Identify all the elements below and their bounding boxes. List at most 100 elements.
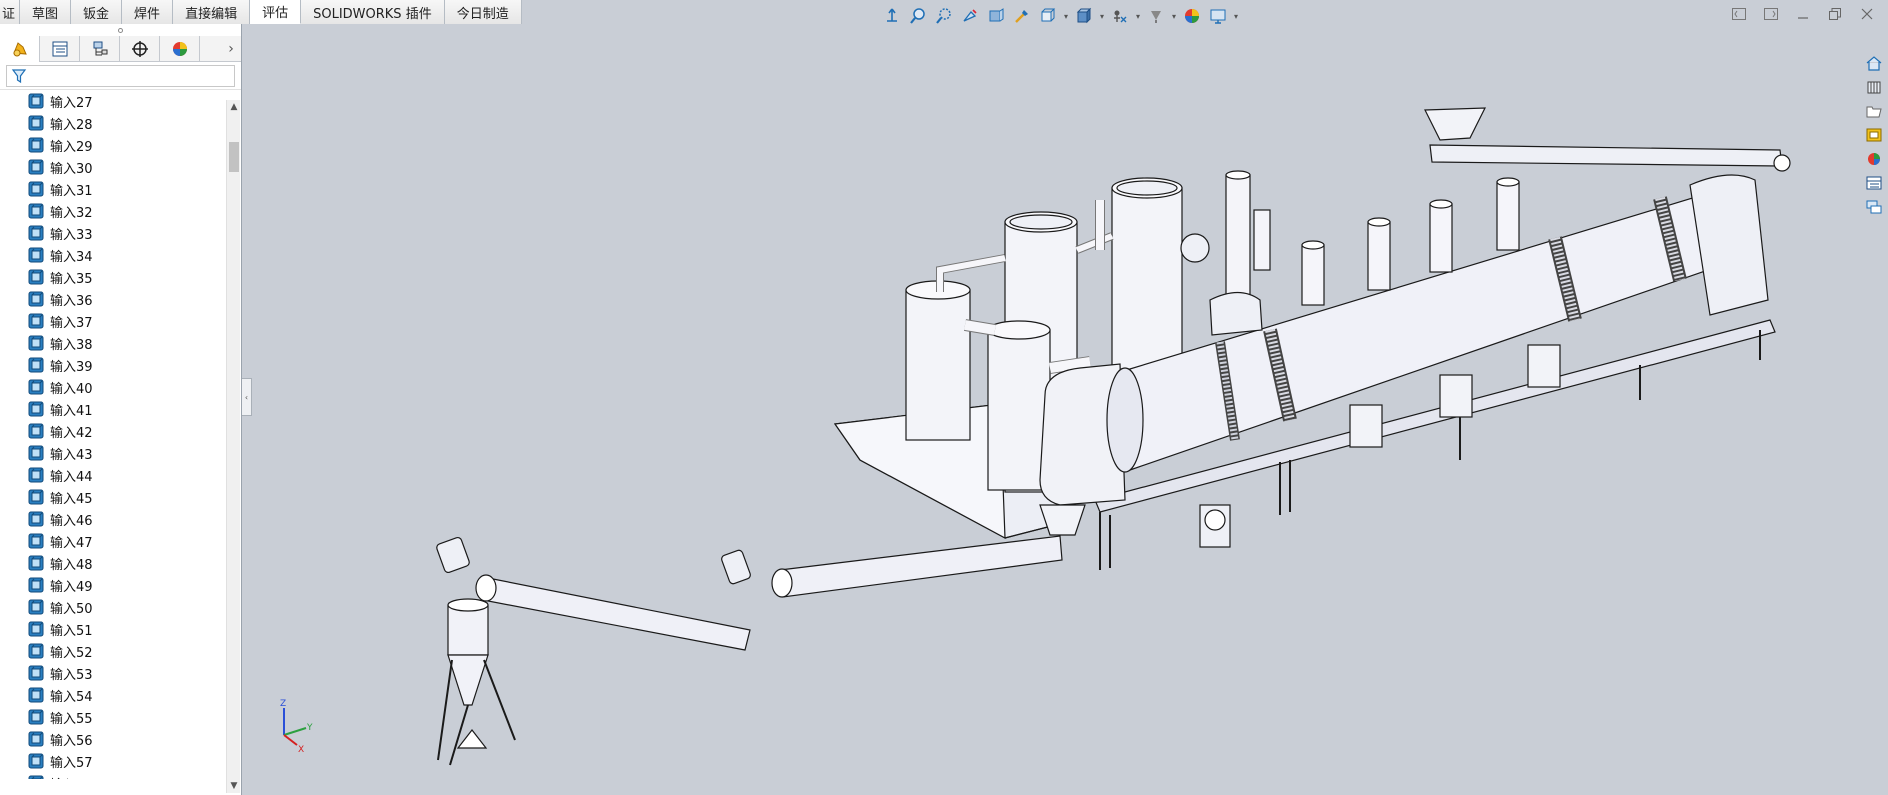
tab-evidence[interactable]: 证 (0, 0, 21, 24)
dimxpert-manager-icon[interactable] (120, 35, 160, 62)
restore-icon[interactable] (1826, 6, 1844, 22)
filter-input[interactable] (6, 64, 235, 87)
tree-item[interactable]: 输入40 (0, 376, 226, 398)
tree-item[interactable]: 输入47 (0, 530, 226, 552)
tree-item[interactable]: 输入39 (0, 354, 226, 376)
tree-item[interactable]: 输入31 (0, 178, 226, 200)
tree-item-label: 输入55 (50, 711, 93, 727)
part-icon (28, 225, 44, 241)
tree-item[interactable]: 输入50 (0, 596, 226, 618)
custom-properties-icon[interactable] (1862, 172, 1886, 194)
tree-item-label: 输入32 (50, 205, 93, 221)
tree-item[interactable]: 输入54 (0, 684, 226, 706)
forum-icon[interactable] (1862, 196, 1886, 218)
tree-item-label: 输入28 (50, 117, 93, 133)
tree-item-label: 输入49 (50, 579, 93, 595)
tab-direct-editing[interactable]: 直接编辑 (173, 0, 251, 24)
tree-item[interactable]: 输入46 (0, 508, 226, 530)
part-icon (28, 181, 44, 197)
part-icon (28, 533, 44, 549)
tree-item[interactable]: 输入51 (0, 618, 226, 640)
appearances-icon[interactable] (1862, 148, 1886, 170)
scroll-down-icon[interactable]: ▼ (227, 779, 241, 793)
tree-item[interactable]: 输入27 (0, 90, 226, 112)
solidworks-window: 证 草图 钣金 焊件 直接编辑 评估 SOLIDWORKS 插件 今日制造 ▾ (0, 0, 1888, 795)
tree-item[interactable]: 输入55 (0, 706, 226, 728)
tab-make-today[interactable]: 今日制造 (444, 0, 522, 24)
tree-item-label: 输入47 (50, 535, 93, 551)
tree-item-label: 输入33 (50, 227, 93, 243)
tree-item-label: 输入36 (50, 293, 93, 309)
scroll-thumb[interactable] (229, 142, 239, 172)
part-icon (28, 423, 44, 439)
tree-item-label: 输入35 (50, 271, 93, 287)
tree-item[interactable]: 输入42 (0, 420, 226, 442)
tree-item-label: 输入57 (50, 755, 93, 771)
file-explorer-icon[interactable] (1862, 100, 1886, 122)
close-icon[interactable] (1858, 6, 1876, 22)
tree-item-label: 输入44 (50, 469, 93, 485)
property-manager-icon[interactable] (40, 35, 80, 62)
tree-item-label: 输入53 (50, 667, 93, 683)
part-icon (28, 159, 44, 175)
tree-item[interactable]: 输入44 (0, 464, 226, 486)
tree-item[interactable]: 输入30 (0, 156, 226, 178)
part-icon (28, 247, 44, 263)
tree-item[interactable]: 输入41 (0, 398, 226, 420)
tree-scrollbar[interactable]: ▲ ▼ (226, 100, 240, 793)
home-icon[interactable] (1862, 52, 1886, 74)
chevron-right-icon[interactable]: › (221, 36, 241, 62)
tree-item[interactable]: 输入43 (0, 442, 226, 464)
part-icon (28, 643, 44, 659)
tree-item[interactable]: 输入53 (0, 662, 226, 684)
tree-item[interactable]: 输入32 (0, 200, 226, 222)
tree-item[interactable]: 输入36 (0, 288, 226, 310)
tree-item-label: 输入54 (50, 689, 93, 705)
tree-item[interactable]: 输入29 (0, 134, 226, 156)
tree-item[interactable]: 输入33 (0, 222, 226, 244)
tree-item[interactable]: 输入56 (0, 728, 226, 750)
display-manager-icon[interactable] (160, 35, 200, 62)
tree-item[interactable]: 输入38 (0, 332, 226, 354)
tab-sheet-metal[interactable]: 钣金 (71, 0, 123, 24)
part-icon (28, 577, 44, 593)
tab-sketch[interactable]: 草图 (20, 0, 72, 24)
tree-item[interactable]: 输入57 (0, 750, 226, 772)
filter-icon (11, 68, 27, 83)
part-icon (28, 665, 44, 681)
tree-item[interactable]: 输入37 (0, 310, 226, 332)
tile-left-icon[interactable] (1730, 6, 1748, 22)
tree-item-label: 输入46 (50, 513, 93, 529)
scroll-up-icon[interactable]: ▲ (227, 100, 241, 114)
tree-item[interactable]: 输入48 (0, 552, 226, 574)
tree-item-label: 输入51 (50, 623, 93, 639)
tree-item-label: 输入34 (50, 249, 93, 265)
view-palette-icon[interactable] (1862, 124, 1886, 146)
tree-item[interactable]: 输入28 (0, 112, 226, 134)
configuration-manager-icon[interactable] (80, 35, 120, 62)
tile-right-icon[interactable] (1762, 6, 1780, 22)
tab-evaluate[interactable]: 评估 (250, 0, 302, 24)
tree-item[interactable]: 输入35 (0, 266, 226, 288)
part-icon (28, 489, 44, 505)
part-icon (28, 687, 44, 703)
part-icon (28, 511, 44, 527)
part-icon (28, 775, 44, 779)
rotary-kiln-model: Z Y X (280, 107, 1791, 766)
tree-item[interactable]: 输入49 (0, 574, 226, 596)
tab-weldments[interactable]: 焊件 (122, 0, 174, 24)
tree-item-label: 输入45 (50, 491, 93, 507)
panel-grip-icon[interactable] (0, 24, 241, 36)
tab-solidworks-addins[interactable]: SOLIDWORKS 插件 (301, 0, 445, 24)
graphics-area[interactable]: Z Y X (243, 24, 1888, 795)
design-library-icon[interactable] (1862, 76, 1886, 98)
tree-item-label: 输入29 (50, 139, 93, 155)
minimize-icon[interactable] (1794, 6, 1812, 22)
tree-item[interactable]: 输入52 (0, 640, 226, 662)
feature-manager-icon[interactable] (0, 35, 40, 62)
part-icon (28, 445, 44, 461)
tree-item[interactable]: 输入58 (0, 772, 226, 779)
feature-tree: 输入27 输入28 输入29 输入30 输入31 输入32 输入33 输入34 输入35 输入36… (0, 90, 226, 779)
tree-item[interactable]: 输入45 (0, 486, 226, 508)
tree-item[interactable]: 输入34 (0, 244, 226, 266)
